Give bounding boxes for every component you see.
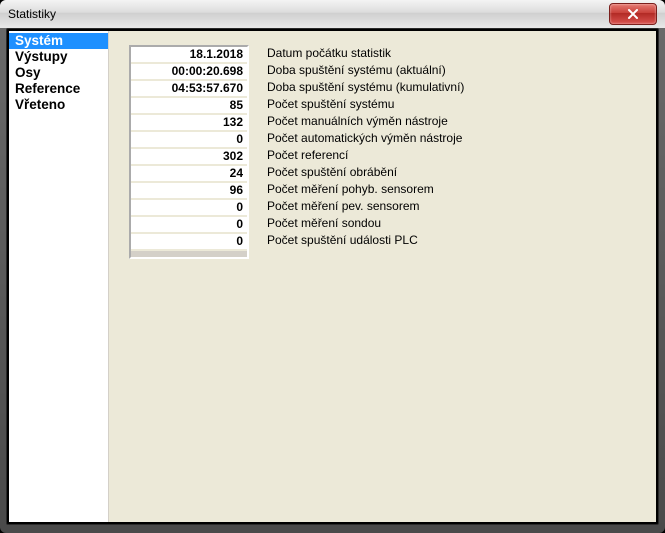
stat-value: 04:53:57.670 xyxy=(131,81,247,98)
sidebar-item-label: Reference xyxy=(15,81,80,96)
sidebar-item-spindle[interactable]: Vřeteno xyxy=(9,97,108,113)
window-title: Statistiky xyxy=(8,0,56,28)
stat-label: Doba spuštění systému (kumulativní) xyxy=(267,79,464,96)
stat-label: Doba spuštění systému (aktuální) xyxy=(267,62,464,79)
titlebar[interactable]: Statistiky xyxy=(0,0,665,28)
client-frame: Systém Výstupy Osy Reference Vřeteno xyxy=(6,28,659,525)
stat-label: Datum počátku statistik xyxy=(267,45,464,62)
stat-value: 96 xyxy=(131,183,247,200)
window-frame: Statistiky Systém Výstupy Osy Reference xyxy=(0,0,665,533)
sidebar: Systém Výstupy Osy Reference Vřeteno xyxy=(9,31,109,522)
sidebar-item-axes[interactable]: Osy xyxy=(9,65,108,81)
stat-label: Počet automatických výměn nástroje xyxy=(267,130,464,147)
stat-value: 18.1.2018 xyxy=(131,47,247,64)
stat-value: 0 xyxy=(131,234,247,251)
sidebar-item-outputs[interactable]: Výstupy xyxy=(9,49,108,65)
stat-label: Počet spuštění systému xyxy=(267,96,464,113)
stat-value: 0 xyxy=(131,132,247,149)
main-pane: 18.1.2018 00:00:20.698 04:53:57.670 85 1… xyxy=(109,31,656,522)
stat-value: 0 xyxy=(131,200,247,217)
stat-label: Počet měření sondou xyxy=(267,215,464,232)
stat-value: 302 xyxy=(131,149,247,166)
stat-value: 85 xyxy=(131,98,247,115)
stats-labels-column: Datum počátku statistik Doba spuštění sy… xyxy=(249,45,464,259)
stat-label: Počet spuštění události PLC xyxy=(267,232,464,249)
values-footer-spacer xyxy=(131,251,247,257)
close-button[interactable] xyxy=(609,3,657,25)
sidebar-item-label: Vřeteno xyxy=(15,97,65,112)
stat-label: Počet referencí xyxy=(267,147,464,164)
stat-value: 24 xyxy=(131,166,247,183)
stat-label: Počet manuálních výměn nástroje xyxy=(267,113,464,130)
sidebar-item-label: Výstupy xyxy=(15,49,68,64)
stats-pane: 18.1.2018 00:00:20.698 04:53:57.670 85 1… xyxy=(129,45,646,259)
stat-value: 132 xyxy=(131,115,247,132)
client-area: Systém Výstupy Osy Reference Vřeteno xyxy=(9,31,656,522)
sidebar-item-reference[interactable]: Reference xyxy=(9,81,108,97)
sidebar-item-system[interactable]: Systém xyxy=(9,33,108,49)
stat-value: 0 xyxy=(131,217,247,234)
stat-value: 00:00:20.698 xyxy=(131,64,247,81)
sidebar-item-label: Systém xyxy=(15,33,63,48)
close-icon xyxy=(627,9,639,19)
stats-values-column: 18.1.2018 00:00:20.698 04:53:57.670 85 1… xyxy=(129,45,249,259)
sidebar-item-label: Osy xyxy=(15,65,41,80)
stat-label: Počet měření pohyb. sensorem xyxy=(267,181,464,198)
stat-label: Počet měření pev. sensorem xyxy=(267,198,464,215)
stat-label: Počet spuštění obrábění xyxy=(267,164,464,181)
